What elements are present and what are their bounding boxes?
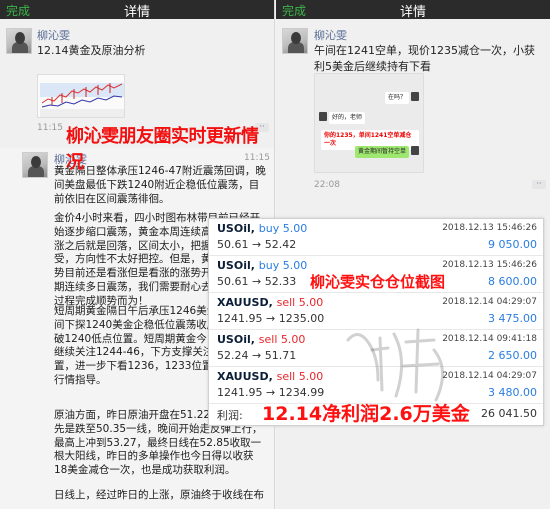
candlestick-thumbnail-icon [38, 75, 124, 117]
symbol-name: XAUUSD, [217, 370, 273, 383]
position-profit: 3 475.00 [488, 312, 537, 325]
symbol-name: USOil, [217, 222, 255, 235]
lots-text: 5.00 [298, 296, 324, 309]
close-price: 52.33 [264, 275, 297, 288]
position-symbol: USOil, buy 5.00 [217, 222, 307, 235]
position-row[interactable]: XAUUSD, sell 5.00 1241.95 → 1235.00 2018.1… [209, 293, 543, 330]
position-prices: 1241.95 → 1235.00 [217, 312, 324, 325]
moments-update-banner: 柳沁雯朋友圈实时更新情况 [66, 126, 259, 173]
position-profit: 8 600.00 [488, 275, 537, 288]
position-prices: 50.61 → 52.42 [217, 238, 296, 251]
position-prices: 52.24 → 51.71 [217, 349, 296, 362]
close-price: 1235.00 [278, 312, 325, 325]
lots-text: 5.00 [298, 370, 324, 383]
post-time: 22:08 [314, 180, 340, 190]
post1-text: 12.14黄金及原油分析 [37, 44, 146, 57]
lots-text: 5.00 [280, 333, 306, 346]
chat-bubble-left: 好的，老师 [329, 112, 366, 124]
chat-bubble-right: 在吗？ [384, 92, 409, 104]
position-prices: 50.61 → 52.33 [217, 275, 296, 288]
arrow-icon: → [266, 312, 276, 325]
position-symbol: XAUUSD, sell 5.00 [217, 296, 323, 309]
arrow-icon: → [252, 238, 262, 251]
arrow-icon: → [252, 349, 262, 362]
open-price: 1241.95 [217, 312, 263, 325]
symbol-name: XAUUSD, [217, 296, 273, 309]
position-profit: 2 650.00 [488, 349, 537, 362]
position-symbol: XAUUSD, sell 5.00 [217, 370, 323, 383]
right-nav-title: 详情 [399, 5, 426, 20]
right-navbar: 完成 详情 [276, 0, 550, 20]
open-price: 52.24 [217, 349, 249, 362]
positions-title-overlay: 柳沁雯实仓仓位截图 [310, 273, 446, 291]
position-side: sell 5.00 [277, 370, 324, 383]
position-side: sell 5.00 [259, 333, 306, 346]
lots-text: 5.00 [282, 259, 308, 272]
close-price: 52.42 [264, 238, 297, 251]
post1-time: 11:15 [37, 123, 63, 133]
close-price: 51.71 [264, 349, 297, 362]
side-text: sell [258, 333, 278, 346]
position-side: sell 5.00 [277, 296, 324, 309]
position-side: buy 5.00 [259, 222, 307, 235]
profit-label: 利润: [217, 409, 243, 422]
open-price: 1241.95 [217, 386, 263, 399]
post-author[interactable]: 柳沁雯 [314, 27, 347, 43]
open-price: 50.61 [217, 238, 249, 251]
left-navbar: 完成 详情 [0, 0, 274, 20]
post2-paragraph-5: 日线上，经过昨日的上涨，原油终于收线在布 [54, 489, 264, 501]
open-price: 50.61 [217, 275, 249, 288]
position-prices: 1241.95 → 1234.99 [217, 386, 324, 399]
position-profit: 3 480.00 [488, 386, 537, 399]
position-date: 2018.12.14 04:29:07 [442, 297, 537, 307]
side-text: sell [276, 296, 296, 309]
left-nav-title: 详情 [123, 5, 150, 20]
arrow-icon: → [266, 386, 276, 399]
avatar[interactable] [22, 152, 48, 178]
symbol-name: USOil, [217, 333, 255, 346]
chat-avatar-left [319, 112, 327, 121]
position-date: 2018.12.13 15:46:26 [442, 223, 537, 233]
position-side: buy 5.00 [259, 259, 307, 272]
position-row[interactable]: USOil, sell 5.00 52.24 → 51.71 2018.12.14 … [209, 330, 543, 367]
post1-author[interactable]: 柳沁雯 [37, 27, 70, 43]
avatar[interactable] [6, 28, 32, 54]
close-price: 1234.99 [278, 386, 325, 399]
post1-chart-thumbnail[interactable] [37, 74, 125, 118]
position-date: 2018.12.13 15:46:26 [442, 260, 537, 270]
arrow-icon: → [252, 275, 262, 288]
side-text: buy [258, 259, 280, 272]
profit-total: 26 041.50 [481, 407, 537, 420]
chat-avatar-right [411, 92, 419, 101]
position-profit: 9 050.00 [488, 238, 537, 251]
side-text: buy [258, 222, 280, 235]
comment-dots-icon[interactable]: ·· [532, 180, 546, 189]
positions-card: XAUUSD, sell 5.00 1241.95 → 1234.99 2018.1… [208, 218, 544, 426]
position-symbol: USOil, sell 5.00 [217, 333, 305, 346]
net-profit-overlay: 12.14净利润2.6万美金 [262, 403, 470, 425]
post-text: 午间在1241空单，现价1235减仓一次，小获利5美金后继续持有下看 [314, 44, 535, 73]
symbol-name: USOil, [217, 259, 255, 272]
position-date: 2018.12.14 09:41:18 [442, 334, 537, 344]
position-row[interactable]: USOil, buy 5.00 50.61 → 52.42 2018.12.13 1… [209, 219, 543, 256]
side-text: sell [276, 370, 296, 383]
position-symbol: USOil, buy 5.00 [217, 259, 307, 272]
position-date: 2018.12.14 04:29:07 [442, 371, 537, 381]
lots-text: 5.00 [282, 222, 308, 235]
chat-screenshot-thumbnail[interactable]: 在吗？ 好的，老师 你的1235，单间1241空单减仓一次 黄金期间暂持空单 [314, 73, 424, 173]
chat-avatar-right [411, 146, 419, 155]
chat-bubble-green: 黄金期间暂持空单 [354, 146, 409, 158]
avatar[interactable] [282, 28, 308, 54]
